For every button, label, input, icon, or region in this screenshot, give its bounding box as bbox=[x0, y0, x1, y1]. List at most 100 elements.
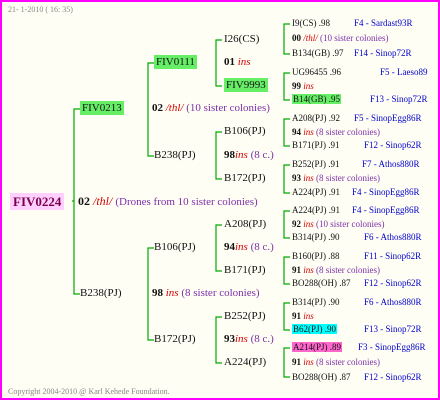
gen4-id: B252(PJ) bbox=[292, 159, 327, 169]
gen1-top-ins: /thl/ bbox=[165, 102, 184, 114]
gen1-bottom-ins: ins bbox=[165, 287, 179, 299]
gen4-id: A224(PJ) bbox=[292, 205, 327, 215]
gen4-year: .90 bbox=[328, 232, 340, 242]
gen4-mate: F6 - Athos880R bbox=[364, 232, 422, 242]
gen3-d-info: 93ins (8 c.) bbox=[224, 334, 274, 345]
gen4-year: .97 bbox=[332, 48, 344, 58]
gen4-mate: F6 - Athos880R bbox=[364, 297, 422, 307]
gen4-mate: F7 - Athos880R bbox=[362, 159, 420, 169]
gen1-top-id: FIV0213 bbox=[80, 101, 124, 115]
root-note: (Drones from 10 sister colonies) bbox=[115, 196, 258, 208]
gen4-year: .90 bbox=[328, 297, 340, 307]
gen4-mate: F5 - Laeso89 bbox=[380, 67, 428, 77]
gen3-a2-id: FIV9993 bbox=[224, 78, 268, 92]
gen2-b-ins: ins bbox=[235, 149, 248, 161]
gen4-mid-gen: 91 bbox=[292, 311, 301, 321]
gen3-b1-id: B106(PJ) bbox=[224, 125, 266, 137]
gen4-mate: F4 - Sardast93R bbox=[354, 18, 413, 28]
gen4-mid: 92 ins (10 sister colonies) bbox=[292, 220, 385, 229]
gen4-mid: 93 ins (8 sister colonies) bbox=[292, 174, 380, 183]
gen4-mid-note: (8 sister colonies) bbox=[316, 173, 380, 183]
gen4-year: .91 bbox=[328, 205, 341, 215]
gen2-c-ins: ins bbox=[235, 241, 248, 253]
gen4-mid-ins: ins bbox=[303, 357, 314, 367]
gen4-id: A214(PJ) bbox=[293, 342, 328, 352]
copyright: Copyright 2004-2010 @ Karl Kehede Founda… bbox=[8, 387, 170, 396]
gen4-mate: F4 - SinopEgg86R bbox=[352, 205, 420, 215]
gen4-id: B14(GB) bbox=[293, 94, 327, 104]
gen2-a: FIV0111 bbox=[154, 55, 197, 69]
gen4-mid: 91 ins (8 sister colonies) bbox=[292, 358, 380, 367]
gen1-bottom-info: 98 ins (8 sister colonies) bbox=[152, 288, 260, 299]
gen4-row: B171(PJ) .91 F12 - Sinop62R bbox=[292, 140, 422, 150]
gen4-row: BO288(OH) .87 F12 - Sinop62R bbox=[292, 373, 422, 382]
gen4-row: B14(GB) .95 F13 - Sinop72R bbox=[292, 94, 428, 104]
gen2-b-note: (8 c.) bbox=[250, 149, 274, 161]
gen4-year: .91 bbox=[328, 159, 340, 169]
gen3-a1-info: 01 ins bbox=[224, 57, 251, 68]
gen4-id: A224(PJ) bbox=[292, 187, 327, 197]
root-node: FIV0224 bbox=[10, 193, 65, 210]
gen4-mid-ins: /thl/ bbox=[303, 33, 318, 43]
gen3-a1-gen: 01 bbox=[224, 56, 235, 68]
gen4-mate: F13 - Sinop72R bbox=[364, 324, 422, 334]
gen4-year: .91 bbox=[328, 187, 341, 197]
gen4-mid-note: (10 sister colonies) bbox=[316, 219, 385, 229]
gen4-id: B171(PJ) bbox=[292, 140, 327, 150]
gen4-mid: 94 ins (8 sister colonies) bbox=[292, 128, 380, 137]
root-id: FIV0224 bbox=[10, 193, 65, 210]
gen4-row: B314(PJ) .90 F6 - Athos880R bbox=[292, 232, 422, 242]
gen4-year: .87 bbox=[339, 278, 351, 288]
gen4-row: A208(PJ) .92 F5 - SinopEgg86R bbox=[292, 113, 422, 123]
root-ins: /thl/ bbox=[93, 194, 113, 208]
gen2-b-gen: 98 bbox=[224, 149, 235, 161]
gen4-mid-note: (8 sister colonies) bbox=[316, 265, 380, 275]
gen4-mid: 91 ins (8 sister colonies) bbox=[292, 266, 380, 275]
root-gen: 02 bbox=[78, 194, 90, 208]
gen4-id: B134(GB) bbox=[292, 48, 330, 58]
gen4-year: .98 bbox=[318, 18, 330, 28]
gen4-row: I9(CS) .98 F4 - Sardast93R bbox=[292, 18, 413, 28]
gen4-id: B62(PJ) bbox=[293, 324, 323, 334]
gen4-year: .95 bbox=[328, 94, 340, 104]
gen4-mate: F5 - SinopEgg86R bbox=[354, 113, 422, 123]
gen4-mate: F12 - Sinop62R bbox=[364, 372, 422, 382]
gen4-mid: 99 ins bbox=[292, 82, 314, 91]
gen3-c1-id: A208(PJ) bbox=[224, 218, 267, 230]
gen3-a1-id: I26(CS) bbox=[224, 33, 260, 45]
gen1-bottom-gen: 98 bbox=[152, 287, 163, 299]
gen3-b-info: 98ins (8 c.) bbox=[224, 150, 274, 161]
gen4-mid-note: (8 sister colonies) bbox=[316, 357, 380, 367]
gen4-mate: F14 - Sinop72R bbox=[354, 48, 412, 58]
gen4-mid-note: (8 sister colonies) bbox=[316, 127, 380, 137]
gen4-mid-gen: 92 bbox=[292, 219, 301, 229]
gen4-year: .88 bbox=[328, 251, 340, 261]
gen4-mid-ins: ins bbox=[303, 219, 314, 229]
gen2-d-id: B172(PJ) bbox=[154, 333, 196, 345]
gen4-row: BO288(OH) .87 F12 - Sinop62R bbox=[292, 278, 422, 288]
gen2-c-gen: 94 bbox=[224, 241, 235, 253]
gen2-d-note: (8 c.) bbox=[250, 333, 274, 345]
gen4-id: I9(CS) bbox=[292, 18, 317, 28]
gen2-c-note: (8 c.) bbox=[250, 241, 274, 253]
gen4-id: A208(PJ) bbox=[292, 113, 327, 123]
gen4-row: B252(PJ) .91 F7 - Athos880R bbox=[292, 159, 420, 169]
gen4-mid-gen: 91 bbox=[292, 265, 301, 275]
gen4-mid: 91 ins bbox=[292, 312, 314, 321]
gen4-mid-gen: 91 bbox=[292, 357, 301, 367]
gen4-id: UG96455 bbox=[292, 67, 328, 77]
gen4-mate: F13 - Sinop72R bbox=[370, 94, 428, 104]
gen1-top: FIV0213 bbox=[80, 101, 124, 115]
gen4-mate: F11 - Sinop62R bbox=[364, 251, 422, 261]
gen3-d1-id: B252(PJ) bbox=[224, 310, 266, 322]
gen4-id: B314(PJ) bbox=[292, 232, 327, 242]
gen4-mid-gen: 93 bbox=[292, 173, 301, 183]
gen4-mid-gen: 94 bbox=[292, 127, 301, 137]
gen4-id: BO288(OH) bbox=[292, 278, 337, 288]
gen4-row: A224(PJ) .91 F4 - SinopEgg86R bbox=[292, 187, 420, 197]
gen1-top-info: 02 /thl/ (10 sister colonies) bbox=[152, 103, 270, 114]
gen4-mid-ins: ins bbox=[303, 265, 314, 275]
gen4-row: B134(GB) .97 F14 - Sinop72R bbox=[292, 48, 412, 58]
root-info: 02 /thl/ (Drones from 10 sister colonies… bbox=[78, 195, 258, 208]
gen4-mate: F4 - SinopEgg86R bbox=[352, 187, 420, 197]
